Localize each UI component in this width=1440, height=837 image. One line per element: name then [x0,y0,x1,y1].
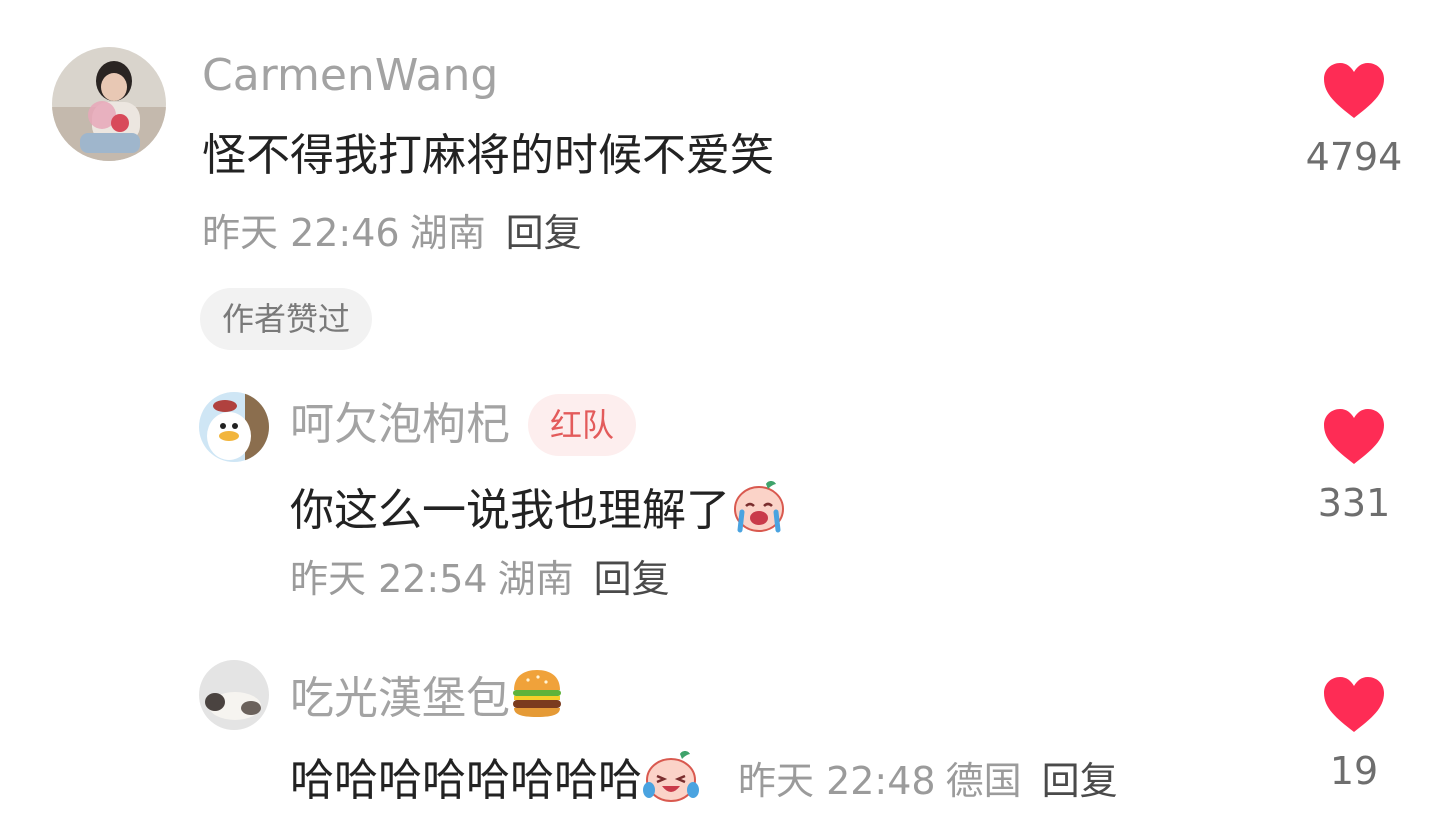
like-button[interactable]: 331 [1294,408,1414,526]
comment-location: 湖南 [409,211,486,255]
reply-item: 吃光漢堡包 哈哈哈哈哈哈哈哈 昨天 22:48 德国 回复 19 [0,650,1440,837]
avatar[interactable] [199,392,269,462]
comment-text: 怪不得我打麻将的时候不爱笑 [202,130,774,181]
like-count: 19 [1329,749,1379,793]
username-text[interactable]: 吃光漢堡包 [290,673,510,724]
reply-button[interactable]: 回复 [506,211,582,255]
comment-item: CarmenWang 怪不得我打麻将的时候不爱笑 昨天 22:46 湖南 回复 作者… [0,0,1440,360]
username[interactable]: CarmenWang [202,50,498,102]
comment-text-content: 哈哈哈哈哈哈哈哈 [290,755,642,806]
comment-location: 湖南 [497,557,574,601]
comment-text: 你这么一说我也理解了 [290,476,788,546]
like-button[interactable]: 19 [1294,676,1414,794]
avatar[interactable] [199,660,269,730]
comment-text: 哈哈哈哈哈哈哈哈 昨天 22:48 德国 回复 [290,746,1118,816]
like-count: 4794 [1305,135,1403,179]
avatar[interactable] [52,47,166,161]
username-text[interactable]: 呵欠泡枸杞 [290,399,510,450]
like-count: 331 [1317,481,1391,525]
comment-location: 德国 [945,759,1022,803]
username: 吃光漢堡包 [290,666,564,732]
laughing-tears-emoji [642,746,700,816]
comment-meta: 昨天 22:54 湖南 回复 [290,556,670,602]
reply-button[interactable]: 回复 [1042,759,1118,803]
team-badge: 红队 [528,394,637,456]
comment-time: 昨天 22:46 [202,211,400,255]
like-button[interactable]: 4794 [1294,62,1414,180]
comment-text-content: 你这么一说我也理解了 [290,485,730,536]
username: 呵欠泡枸杞 红队 [290,392,637,456]
crying-laughing-emoji [730,476,788,546]
author-liked-badge: 作者赞过 [200,288,373,350]
heart-icon [1324,63,1384,118]
comment-meta: 昨天 22:46 湖南 回复 [202,210,582,256]
hamburger-emoji [510,666,564,732]
heart-icon [1324,409,1384,464]
comment-time: 昨天 22:48 [738,759,936,803]
reply-button[interactable]: 回复 [594,557,670,601]
reply-item: 呵欠泡枸杞 红队 你这么一说我也理解了 昨天 22:54 湖南 回复 331 [0,380,1440,620]
comment-time: 昨天 22:54 [290,557,488,601]
heart-icon [1324,677,1384,732]
comment-meta: 昨天 22:48 德国 回复 [738,759,1118,803]
